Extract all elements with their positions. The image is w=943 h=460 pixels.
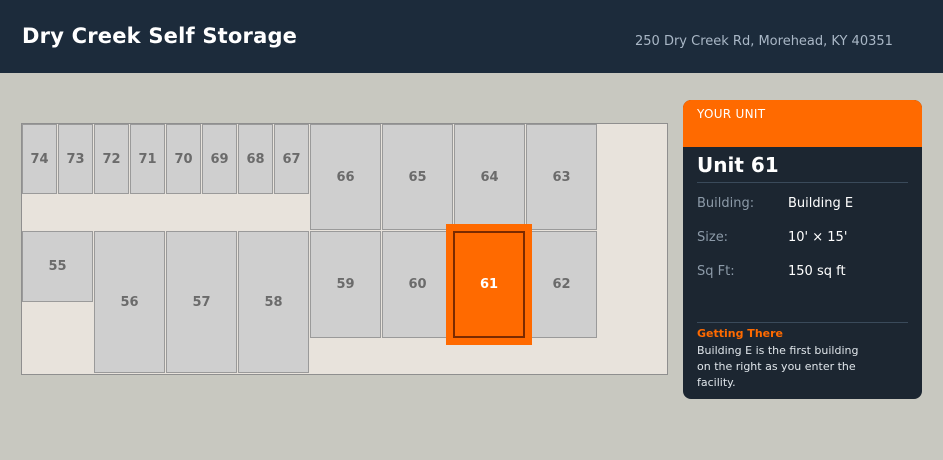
facility-map: 74 73 72 71 70 69 68 67 66 65 64 63 55 5… (21, 123, 668, 375)
building-value: Building E (788, 196, 854, 211)
unit-73[interactable]: 73 (58, 124, 93, 194)
unit-55[interactable]: 55 (22, 231, 93, 302)
unit-62[interactable]: 62 (526, 231, 597, 338)
unit-59[interactable]: 59 (310, 231, 381, 338)
site-title: Dry Creek Self Storage (22, 24, 298, 48)
unit-64[interactable]: 64 (454, 124, 525, 230)
unit-56[interactable]: 56 (94, 231, 165, 373)
card-kicker: YOUR UNIT (697, 107, 766, 121)
size-label: Size: (697, 230, 729, 245)
site-address: 250 Dry Creek Rd, Morehead, KY 40351 (635, 34, 893, 49)
building-label: Building: (697, 196, 755, 211)
size-value: 10' × 15' (788, 230, 848, 245)
unit-57[interactable]: 57 (166, 231, 237, 373)
unit-74[interactable]: 74 (22, 124, 57, 194)
card-header-band: YOUR UNIT (683, 100, 922, 147)
unit-66[interactable]: 66 (310, 124, 381, 230)
unit-70[interactable]: 70 (166, 124, 201, 194)
sqft-label: Sq Ft: (697, 264, 735, 279)
unit-69[interactable]: 69 (202, 124, 237, 194)
unit-72[interactable]: 72 (94, 124, 129, 194)
card-divider-bottom (697, 322, 908, 323)
unit-71[interactable]: 71 (130, 124, 165, 194)
site-header: Dry Creek Self Storage 250 Dry Creek Rd,… (0, 0, 943, 73)
unit-67[interactable]: 67 (274, 124, 309, 194)
unit-65[interactable]: 65 (382, 124, 453, 230)
unit-info-card: YOUR UNIT Unit 61 Building: Building E S… (683, 100, 922, 399)
directions-text: Building E is the first building on the … (697, 344, 859, 389)
unit-63[interactable]: 63 (526, 124, 597, 230)
unit-title: Unit 61 (697, 153, 779, 177)
sqft-value: 150 sq ft (788, 264, 846, 279)
unit-60[interactable]: 60 (382, 231, 453, 338)
card-divider-top (697, 182, 908, 183)
directions-title: Getting There (697, 327, 783, 340)
unit-58[interactable]: 58 (238, 231, 309, 373)
unit-68[interactable]: 68 (238, 124, 273, 194)
unit-61-selected[interactable]: 61 (446, 224, 532, 345)
